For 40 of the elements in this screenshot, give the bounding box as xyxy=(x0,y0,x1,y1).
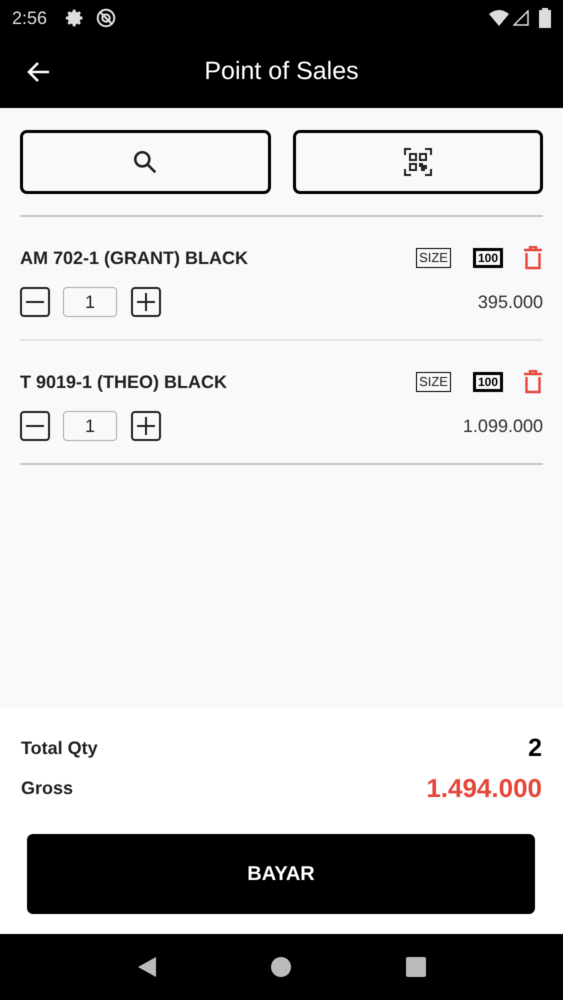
scan-button[interactable] xyxy=(292,130,543,194)
trash-icon[interactable] xyxy=(523,370,543,394)
product-name: AM 702-1 (GRANT) BLACK xyxy=(20,246,250,270)
decrease-button[interactable] xyxy=(20,287,50,317)
nav-back-icon[interactable] xyxy=(136,956,158,978)
size-button[interactable]: SIZE xyxy=(416,372,451,392)
gross-value: 1.494.000 xyxy=(426,772,542,805)
quantity-field[interactable]: 1 xyxy=(63,411,117,441)
gross-label: Gross xyxy=(21,777,74,800)
sync-off-icon xyxy=(95,7,118,29)
settings-icon xyxy=(65,8,86,28)
battery-icon xyxy=(539,8,551,28)
product-name: T 9019-1 (THEO) BLACK xyxy=(20,370,228,394)
minus-icon xyxy=(26,301,44,303)
quantity-field[interactable]: 1 xyxy=(63,287,117,317)
nav-recents-icon[interactable] xyxy=(404,956,427,978)
qr-code-icon xyxy=(404,148,432,176)
wifi-icon xyxy=(489,9,509,27)
increase-button[interactable] xyxy=(131,287,161,317)
plus-icon xyxy=(137,417,155,435)
screen-title: Point of Sales xyxy=(204,56,359,88)
trash-icon[interactable] xyxy=(523,246,543,270)
status-time: 2:56 xyxy=(12,6,48,30)
back-arrow-icon[interactable] xyxy=(26,61,50,83)
total-qty-value: 2 xyxy=(528,732,542,764)
item-price: 395.000 xyxy=(478,290,543,314)
increase-button[interactable] xyxy=(131,411,161,441)
size-button[interactable]: SIZE xyxy=(416,248,451,268)
search-button[interactable] xyxy=(20,130,270,194)
barcode-button[interactable]: 100 xyxy=(472,248,503,268)
total-qty-label: Total Qty xyxy=(21,736,98,760)
minus-icon xyxy=(26,425,44,427)
decrease-button[interactable] xyxy=(20,411,50,441)
item-price: 1.099.000 xyxy=(462,414,543,438)
search-icon xyxy=(132,149,158,175)
plus-icon xyxy=(137,293,155,311)
pay-button[interactable]: BAYAR xyxy=(27,834,535,914)
nav-home-icon[interactable] xyxy=(270,956,292,978)
barcode-button[interactable]: 100 xyxy=(472,372,503,392)
signal-icon xyxy=(513,10,529,26)
